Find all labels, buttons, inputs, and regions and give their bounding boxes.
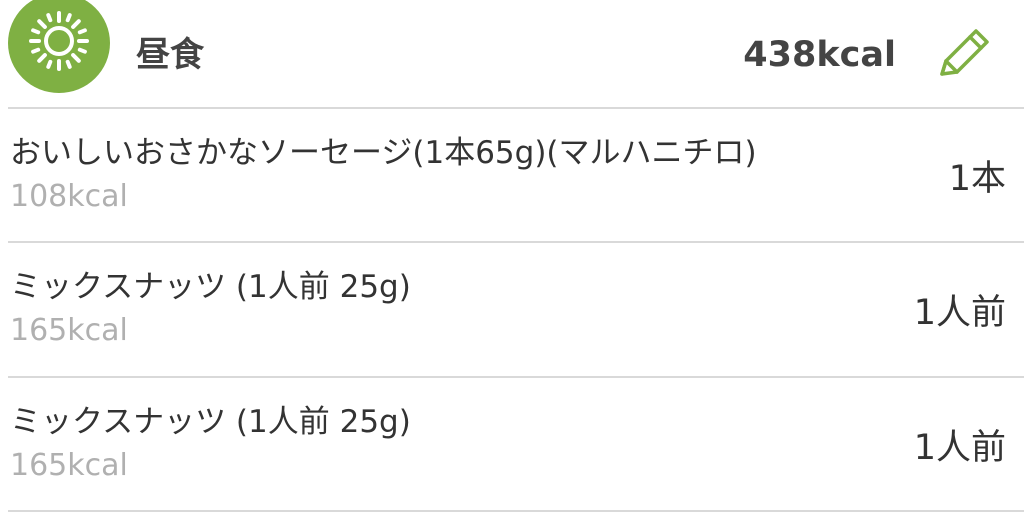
pencil-icon[interactable] (932, 26, 992, 84)
meal-header: 昼食 438kcal (0, 0, 1024, 108)
food-name: おいしいおさかなソーセージ(1本65g)(マルハニチロ) (10, 135, 757, 171)
food-row[interactable]: ミックスナッツ (1人前 25g) 165kcal 1人前 (0, 378, 1024, 510)
meal-total-kcal: 438kcal (743, 35, 896, 75)
food-name: ミックスナッツ (1人前 25g) (10, 269, 411, 305)
food-name: ミックスナッツ (1人前 25g) (10, 404, 411, 440)
meal-title: 昼食 (136, 35, 204, 75)
food-quantity: 1人前 (913, 293, 1006, 333)
food-kcal: 165kcal (10, 448, 128, 483)
food-row[interactable]: ミックスナッツ (1人前 25g) 165kcal 1人前 (0, 243, 1024, 375)
food-quantity: 1人前 (913, 428, 1006, 468)
food-kcal: 165kcal (10, 313, 128, 348)
food-row[interactable]: おいしいおさかなソーセージ(1本65g)(マルハニチロ) 108kcal 1本 (0, 109, 1024, 241)
food-kcal: 108kcal (10, 179, 128, 214)
sun-icon (8, 0, 110, 93)
divider (8, 510, 1024, 512)
food-quantity: 1本 (948, 159, 1006, 199)
